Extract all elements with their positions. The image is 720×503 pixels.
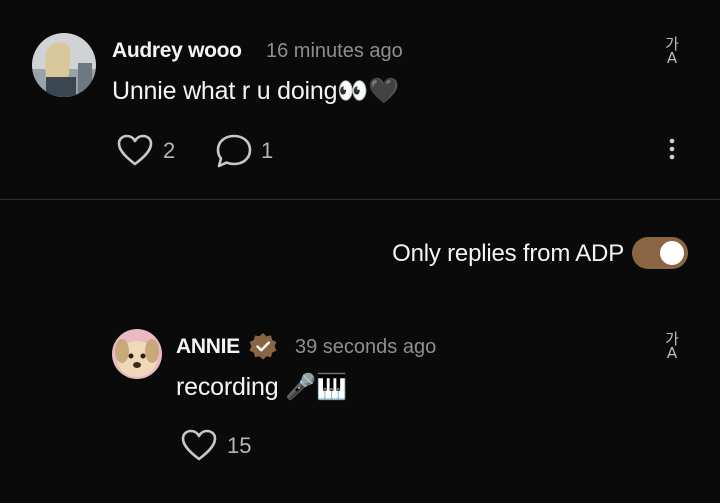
vertical-dots-icon — [669, 138, 675, 160]
speech-bubble-icon — [216, 134, 252, 168]
section-divider — [0, 199, 720, 200]
comment-text: Unnie what r u doing👀🖤 — [112, 77, 400, 105]
comment-timestamp: 16 minutes ago — [266, 40, 403, 62]
reply-timestamp: 39 seconds ago — [295, 336, 437, 358]
reply-like-button[interactable] — [180, 427, 218, 463]
reply-author[interactable]: ANNIE — [176, 335, 240, 359]
translate-icon: 가A — [665, 330, 679, 362]
commenter-avatar[interactable] — [32, 33, 96, 97]
replies-filter-label: Only replies from ADP — [392, 240, 624, 267]
verified-badge-icon — [248, 332, 278, 362]
more-options-button[interactable] — [660, 136, 684, 162]
translate-button[interactable]: 가A — [656, 36, 688, 66]
reply-like-count: 15 — [227, 433, 252, 458]
reply-button[interactable] — [214, 132, 254, 170]
reply-text: recording 🎤🎹 — [176, 373, 348, 401]
heart-outline-icon — [117, 134, 153, 166]
like-button[interactable] — [116, 132, 154, 168]
translate-icon: 가A — [665, 35, 679, 67]
heart-outline-icon — [181, 429, 217, 461]
reply-translate-button[interactable]: 가A — [656, 331, 688, 361]
comment-author[interactable]: Audrey wooo — [112, 39, 242, 63]
like-count: 2 — [163, 138, 176, 163]
replies-filter-toggle[interactable] — [632, 237, 688, 269]
reply-count: 1 — [261, 138, 274, 163]
toggle-knob — [660, 241, 684, 265]
reply-author-avatar[interactable] — [112, 329, 162, 379]
